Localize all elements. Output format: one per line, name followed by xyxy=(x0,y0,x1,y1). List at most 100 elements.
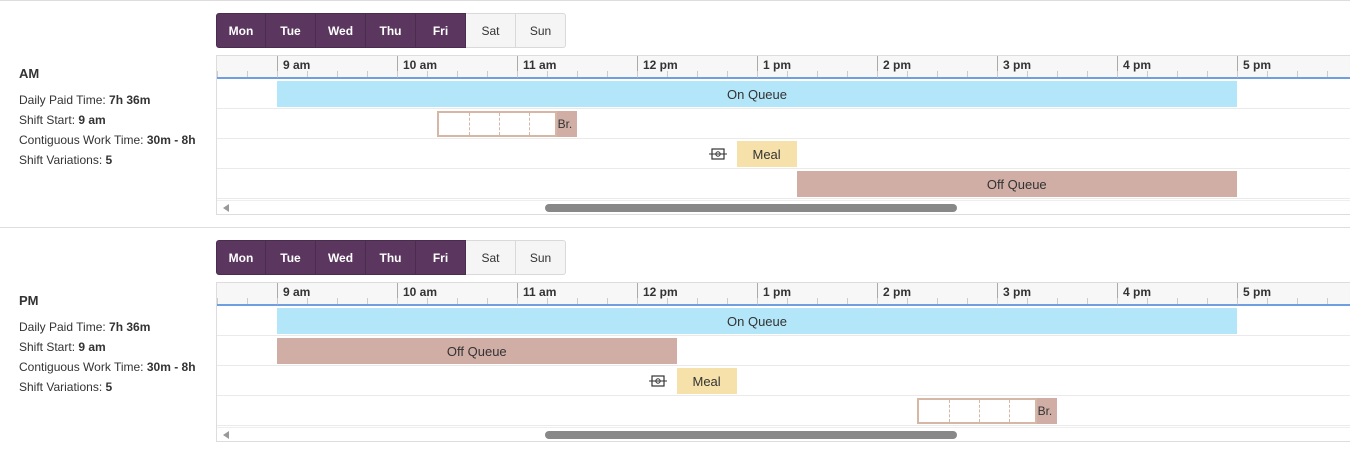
meal-activity[interactable]: Meal xyxy=(676,368,737,394)
axis-tick xyxy=(667,71,668,77)
lane-2: Br. xyxy=(217,109,1350,139)
meal-activity[interactable]: Meal xyxy=(736,141,797,167)
axis-tick xyxy=(247,298,248,304)
day-selector: Mon Tue Wed Thu Fri Sat Sun xyxy=(216,13,566,48)
axis-tick xyxy=(607,71,608,77)
day-button-thu[interactable]: Thu xyxy=(366,13,416,48)
axis-tick xyxy=(1057,71,1058,77)
axis-tick xyxy=(217,71,218,77)
day-selector: Mon Tue Wed Thu Fri Sat Sun xyxy=(216,240,566,275)
hour-label: 11 am xyxy=(517,56,556,78)
axis-tick xyxy=(1117,298,1118,304)
axis-tick xyxy=(787,71,788,77)
axis-tick xyxy=(1027,298,1028,304)
scroll-thumb[interactable] xyxy=(545,431,957,439)
hour-label: 2 pm xyxy=(877,56,911,78)
lane-3: Meal xyxy=(217,139,1350,169)
axis-tick xyxy=(397,71,398,77)
axis-tick xyxy=(727,298,728,304)
axis-tick xyxy=(907,71,908,77)
axis-tick xyxy=(637,71,638,77)
axis-tick xyxy=(427,71,428,77)
scroll-thumb[interactable] xyxy=(545,204,957,212)
axis-tick xyxy=(517,71,518,77)
axis-tick xyxy=(1177,298,1178,304)
axis-tick xyxy=(937,71,938,77)
axis-tick xyxy=(1027,71,1028,77)
hour-label: 11 am xyxy=(517,283,556,305)
axis-tick xyxy=(1237,298,1238,304)
axis-tick xyxy=(217,298,218,304)
axis-tick xyxy=(367,71,368,77)
shift-name: PM xyxy=(19,293,39,308)
flexible-start-icon[interactable] xyxy=(708,148,727,160)
axis-tick xyxy=(1057,298,1058,304)
day-button-wed[interactable]: Wed xyxy=(316,240,366,275)
axis-tick xyxy=(1327,71,1328,77)
shift-timeline: 9 am 10 am 11 am 12 pm 1 pm 2 pm 3 pm 4 pm 5 pm … xyxy=(216,55,1350,215)
day-button-sat[interactable]: Sat xyxy=(466,13,516,48)
off-queue-activity[interactable]: Off Queue xyxy=(796,171,1237,197)
axis-tick xyxy=(997,71,998,77)
axis-tick xyxy=(757,71,758,77)
day-button-mon[interactable]: Mon xyxy=(216,13,266,48)
horizontal-scrollbar[interactable] xyxy=(217,427,1350,441)
day-button-sat[interactable]: Sat xyxy=(466,240,516,275)
axis-tick xyxy=(487,298,488,304)
day-button-mon[interactable]: Mon xyxy=(216,240,266,275)
axis-tick xyxy=(307,71,308,77)
hour-label: 4 pm xyxy=(1117,56,1151,78)
hour-label: 10 am xyxy=(397,56,437,78)
shift-name: AM xyxy=(19,66,40,81)
axis-tick xyxy=(847,71,848,77)
off-queue-activity[interactable]: Off Queue xyxy=(277,338,677,364)
daily-paid-time: Daily Paid Time: 7h 36m xyxy=(19,93,151,107)
scroll-left-arrow-icon[interactable] xyxy=(223,431,229,439)
lane-3: Meal xyxy=(217,366,1350,396)
axis-tick xyxy=(1237,71,1238,77)
break-label: Br. xyxy=(556,111,577,137)
day-button-tue[interactable]: Tue xyxy=(266,13,316,48)
axis-tick xyxy=(1327,298,1328,304)
shift-variations: Shift Variations: 5 xyxy=(19,153,113,167)
axis-tick xyxy=(397,298,398,304)
hour-label: 9 am xyxy=(277,283,310,305)
axis-tick xyxy=(967,71,968,77)
time-axis: 9 am 10 am 11 am 12 pm 1 pm 2 pm 3 pm 4 pm 5 pm xyxy=(217,55,1350,79)
day-button-sun[interactable]: Sun xyxy=(516,13,566,48)
scroll-left-arrow-icon[interactable] xyxy=(223,204,229,212)
axis-tick xyxy=(667,298,668,304)
flexible-start-icon[interactable] xyxy=(648,375,667,387)
break-activity[interactable]: Br. xyxy=(916,398,1057,424)
axis-tick xyxy=(1147,71,1148,77)
break-label: Br. xyxy=(1036,398,1057,424)
shift-pm: PM Daily Paid Time: 7h 36m Shift Start: … xyxy=(0,227,1350,449)
shift-start: Shift Start: 9 am xyxy=(19,113,106,127)
contiguous-work-time: Contiguous Work Time: 30m - 8h xyxy=(19,133,196,147)
axis-tick xyxy=(1117,71,1118,77)
day-button-wed[interactable]: Wed xyxy=(316,13,366,48)
day-button-fri[interactable]: Fri xyxy=(416,240,466,275)
axis-tick xyxy=(307,298,308,304)
axis-tick xyxy=(997,298,998,304)
day-button-thu[interactable]: Thu xyxy=(366,240,416,275)
axis-tick xyxy=(337,71,338,77)
axis-tick xyxy=(1207,298,1208,304)
hour-label: 1 pm xyxy=(757,283,791,305)
day-button-sun[interactable]: Sun xyxy=(516,240,566,275)
lane-1: On Queue xyxy=(217,79,1350,109)
axis-tick xyxy=(817,71,818,77)
horizontal-scrollbar[interactable] xyxy=(217,200,1350,214)
axis-tick xyxy=(1087,71,1088,77)
axis-tick xyxy=(577,298,578,304)
axis-tick xyxy=(1267,71,1268,77)
on-queue-activity[interactable]: On Queue xyxy=(277,81,1237,107)
hour-label: 3 pm xyxy=(997,283,1031,305)
daily-paid-time: Daily Paid Time: 7h 36m xyxy=(19,320,151,334)
day-button-fri[interactable]: Fri xyxy=(416,13,466,48)
axis-tick xyxy=(937,298,938,304)
break-activity[interactable]: Br. xyxy=(436,111,577,137)
on-queue-activity[interactable]: On Queue xyxy=(277,308,1237,334)
shift-variations: Shift Variations: 5 xyxy=(19,380,113,394)
day-button-tue[interactable]: Tue xyxy=(266,240,316,275)
